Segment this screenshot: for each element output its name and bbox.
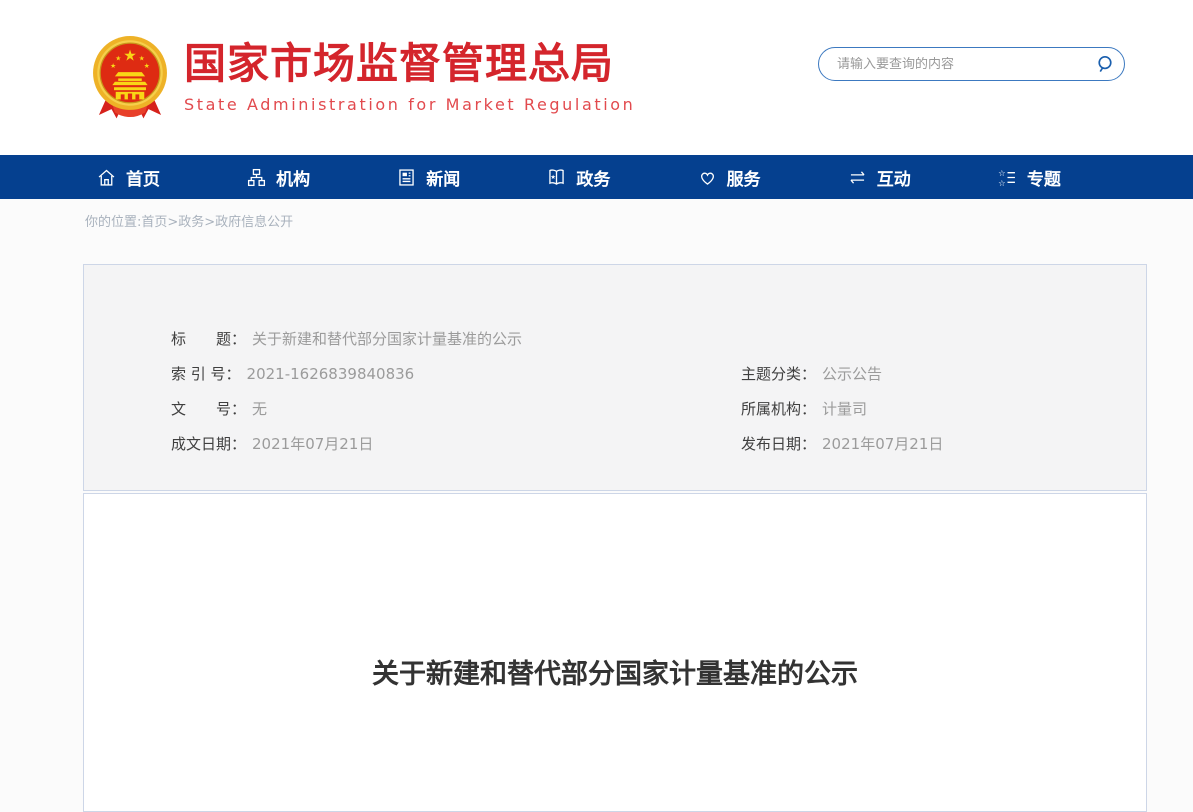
- nav-item-service[interactable]: 服务: [697, 155, 847, 199]
- main-nav: 首页 机构 新闻 ★ 政务: [0, 155, 1193, 199]
- nav-item-home[interactable]: 首页: [96, 155, 246, 199]
- meta-doc-no-value: 无: [252, 400, 267, 418]
- national-emblem-icon: ★ ★ ★ ★ ★: [88, 33, 172, 123]
- meta-row-title: 标 题： 关于新建和替代部分国家计量基准的公示: [84, 322, 741, 357]
- meta-category-value: 公示公告: [822, 365, 882, 383]
- document-body: 关于新建和替代部分国家计量基准的公示: [83, 493, 1147, 812]
- government-affairs-icon: ★: [546, 167, 567, 188]
- nav-label: 新闻: [426, 165, 460, 190]
- interaction-arrows-icon: [847, 167, 868, 188]
- meta-index-value: 2021-1626839840836: [247, 365, 415, 383]
- home-icon: [96, 167, 117, 188]
- nav-label: 互动: [877, 165, 911, 190]
- breadcrumb-bar: 你的位置:首页>政务>政府信息公开: [85, 211, 1193, 230]
- search-input[interactable]: [819, 57, 1086, 72]
- meta-department-value: 计量司: [822, 400, 867, 418]
- site-search: [818, 47, 1125, 81]
- organization-icon: [246, 167, 267, 188]
- meta-publish-date-value: 2021年07月21日: [822, 435, 943, 453]
- nav-item-news[interactable]: 新闻: [396, 155, 546, 199]
- meta-title-value: 关于新建和替代部分国家计量基准的公示: [252, 330, 522, 348]
- main-content: 标 题： 关于新建和替代部分国家计量基准的公示 索 引 号： 2021-162683…: [83, 264, 1147, 812]
- nav-item-topics[interactable]: ☆ ☆ 专题: [997, 155, 1147, 199]
- svg-text:★: ★: [144, 61, 150, 69]
- search-button[interactable]: [1086, 48, 1124, 80]
- site-header: ★ ★ ★ ★ ★ 国家市场监督管理总局 State Administratio…: [0, 0, 1193, 155]
- meta-category-label: 主题分类：: [741, 365, 816, 383]
- nav-label: 首页: [126, 165, 160, 190]
- meta-row-publish-date: 发布日期： 2021年07月21日: [741, 427, 1146, 462]
- meta-written-date-value: 2021年07月21日: [252, 435, 373, 453]
- svg-text:★: ★: [123, 46, 137, 64]
- meta-title-label: 标 题：: [171, 330, 246, 348]
- site-title-cn: 国家市场监督管理总局: [184, 41, 635, 87]
- meta-publish-date-label: 发布日期：: [741, 435, 816, 453]
- meta-row-empty: [741, 322, 1146, 357]
- news-icon: [396, 167, 417, 188]
- meta-doc-no-label: 文 号：: [171, 400, 246, 418]
- svg-text:★: ★: [110, 61, 116, 69]
- meta-row-department: 所属机构： 计量司: [741, 392, 1146, 427]
- svg-text:☆: ☆: [998, 167, 1005, 177]
- search-icon: [1094, 53, 1116, 75]
- meta-row-doc-no: 文 号： 无: [84, 392, 741, 427]
- svg-text:★: ★: [551, 173, 557, 180]
- meta-index-label: 索 引 号：: [171, 365, 241, 383]
- topics-list-icon: ☆ ☆: [997, 167, 1018, 188]
- nav-item-organization[interactable]: 机构: [246, 155, 396, 199]
- nav-label: 政务: [576, 165, 610, 190]
- document-title: 关于新建和替代部分国家计量基准的公示: [144, 652, 1086, 691]
- breadcrumb[interactable]: 你的位置:首页>政务>政府信息公开: [85, 215, 293, 230]
- meta-department-label: 所属机构：: [741, 400, 816, 418]
- site-logo[interactable]: ★ ★ ★ ★ ★ 国家市场监督管理总局 State Administratio…: [88, 33, 635, 123]
- nav-item-government-affairs[interactable]: ★ 政务: [546, 155, 696, 199]
- meta-written-date-label: 成文日期：: [171, 435, 246, 453]
- service-heart-icon: [697, 167, 718, 188]
- svg-text:☆: ☆: [998, 177, 1005, 187]
- nav-label: 服务: [727, 165, 761, 190]
- meta-row-category: 主题分类： 公示公告: [741, 357, 1146, 392]
- document-meta-box: 标 题： 关于新建和替代部分国家计量基准的公示 索 引 号： 2021-162683…: [83, 264, 1147, 491]
- nav-label: 专题: [1027, 165, 1061, 190]
- nav-label: 机构: [276, 165, 310, 190]
- meta-row-index-no: 索 引 号： 2021-1626839840836: [84, 357, 741, 392]
- meta-row-written-date: 成文日期： 2021年07月21日: [84, 427, 741, 462]
- site-title-en: State Administration for Market Regulati…: [184, 95, 635, 114]
- nav-item-interaction[interactable]: 互动: [847, 155, 997, 199]
